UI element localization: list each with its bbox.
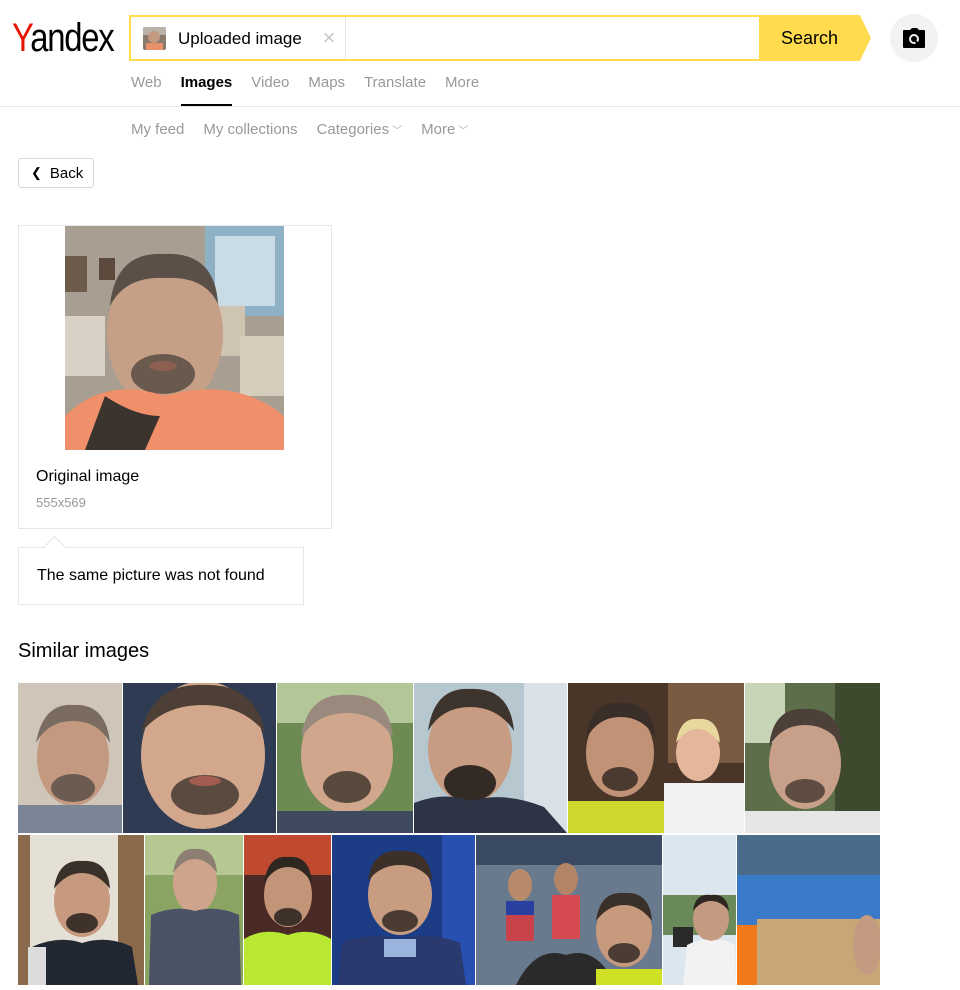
similar-image-thumbnail[interactable] xyxy=(663,835,736,985)
similar-image-thumbnail[interactable] xyxy=(476,835,662,985)
original-image[interactable] xyxy=(65,226,284,450)
header-divider xyxy=(0,106,960,107)
search-separator xyxy=(345,17,346,59)
similar-image-thumbnail[interactable] xyxy=(18,835,144,985)
subnav-more[interactable]: More ﹀ xyxy=(421,121,468,138)
original-image-size: 555x569 xyxy=(36,495,86,510)
similar-image-thumbnail[interactable] xyxy=(277,683,413,833)
similar-images-heading: Similar images xyxy=(18,640,150,662)
camera-icon xyxy=(903,28,925,48)
search-bar: Uploaded image × Search xyxy=(129,15,871,61)
chevron-down-icon: ﹀ xyxy=(392,126,403,137)
tab-video[interactable]: Video xyxy=(251,73,289,107)
similar-image-thumbnail[interactable] xyxy=(414,683,567,833)
yandex-logo[interactable]: Yandex xyxy=(12,16,115,60)
tab-more[interactable]: More xyxy=(445,73,479,107)
similar-image-thumbnail[interactable] xyxy=(568,683,744,833)
clear-image-icon[interactable]: × xyxy=(317,26,341,50)
uploaded-image-thumbnail xyxy=(143,27,166,50)
search-input[interactable] xyxy=(347,17,763,61)
similar-image-thumbnail[interactable] xyxy=(244,835,331,985)
camera-search-button[interactable] xyxy=(890,14,938,62)
chevron-down-icon: ﹀ xyxy=(458,126,469,137)
similar-image-thumbnail[interactable] xyxy=(737,835,880,985)
search-tabs: Web Images Video Maps Translate More xyxy=(131,73,498,107)
tab-web[interactable]: Web xyxy=(131,73,162,107)
chevron-left-icon: ❮ xyxy=(31,165,42,180)
search-field: Uploaded image × xyxy=(129,15,763,61)
images-subnav: My feed My collections Categories ﹀ More ﹀ xyxy=(131,121,487,138)
back-button[interactable]: ❮ Back xyxy=(18,158,94,188)
search-button[interactable]: Search xyxy=(759,15,871,61)
similar-image-thumbnail[interactable] xyxy=(745,683,880,833)
similar-image-thumbnail[interactable] xyxy=(332,835,475,985)
subnav-categories[interactable]: Categories ﹀ xyxy=(317,121,403,138)
similar-image-thumbnail[interactable] xyxy=(145,835,243,985)
similar-image-thumbnail[interactable] xyxy=(123,683,276,833)
original-image-title: Original image xyxy=(36,468,140,485)
uploaded-image-chip-label: Uploaded image xyxy=(178,29,302,48)
not-found-message: The same picture was not found xyxy=(37,567,265,584)
tab-maps[interactable]: Maps xyxy=(308,73,345,107)
tab-images[interactable]: Images xyxy=(180,73,232,107)
subnav-my-collections[interactable]: My collections xyxy=(203,121,297,138)
tab-translate[interactable]: Translate xyxy=(364,73,426,107)
similar-image-thumbnail[interactable] xyxy=(18,683,122,833)
subnav-my-feed[interactable]: My feed xyxy=(131,121,184,138)
